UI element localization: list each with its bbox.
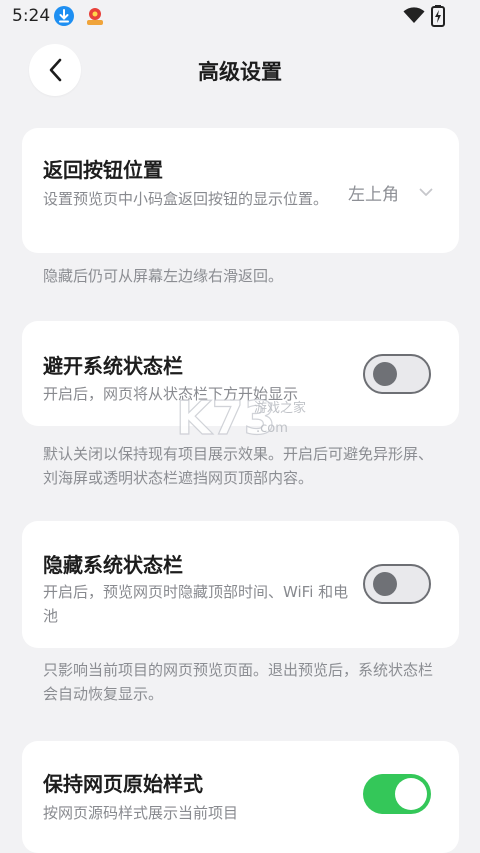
setting-title: 返回按钮位置	[43, 158, 163, 182]
avoid-status-bar-toggle[interactable]	[363, 354, 431, 394]
status-time: 5:24	[12, 6, 51, 26]
k73-watermark-logo: K73 游戏之家 .com	[176, 390, 306, 445]
setting-hide-status-bar: 隐藏系统状态栏 开启后，预览网页时隐藏顶部时间、WiFi 和电池	[22, 521, 459, 648]
setting-back-button-position[interactable]: 返回按钮位置 设置预览页中小码盒返回按钮的显示位置。 左上角	[22, 128, 459, 253]
status-bar: 5:24	[0, 0, 480, 32]
hide-status-bar-toggle[interactable]	[363, 564, 431, 604]
back-position-select[interactable]: 左上角	[348, 180, 399, 205]
wifi-icon	[403, 6, 425, 28]
watermark-brand: K73	[176, 391, 276, 445]
download-icon	[54, 6, 74, 26]
setting-keep-original-style: 保持网页原始样式 按网页源码样式展示当前项目	[22, 741, 459, 853]
battery-charging-icon	[431, 5, 445, 31]
setting-desc: 设置预览页中小码盒返回按钮的显示位置。	[43, 190, 329, 208]
setting-title: 保持网页原始样式	[43, 772, 203, 796]
page-title: 高级设置	[198, 60, 282, 84]
watermark-domain: .com	[256, 421, 288, 436]
setting-hint: 隐藏后仍可从屏幕左边缘右滑返回。	[43, 267, 284, 285]
header: 高级设置	[0, 40, 480, 100]
watermark-subtitle: 游戏之家	[254, 400, 306, 416]
chevron-down-icon	[419, 188, 433, 196]
keep-original-style-toggle[interactable]	[363, 774, 431, 814]
setting-desc: 开启后，预览网页时隐藏顶部时间、WiFi 和电池	[43, 583, 349, 625]
app-notification-icon	[84, 6, 106, 26]
setting-title: 避开系统状态栏	[43, 354, 183, 378]
setting-hint: 只影响当前项目的网页预览页面。退出预览后，系统状态栏会自动恢复显示。	[43, 661, 434, 703]
setting-title: 隐藏系统状态栏	[43, 553, 183, 577]
setting-desc: 按网页源码样式展示当前项目	[43, 804, 239, 822]
